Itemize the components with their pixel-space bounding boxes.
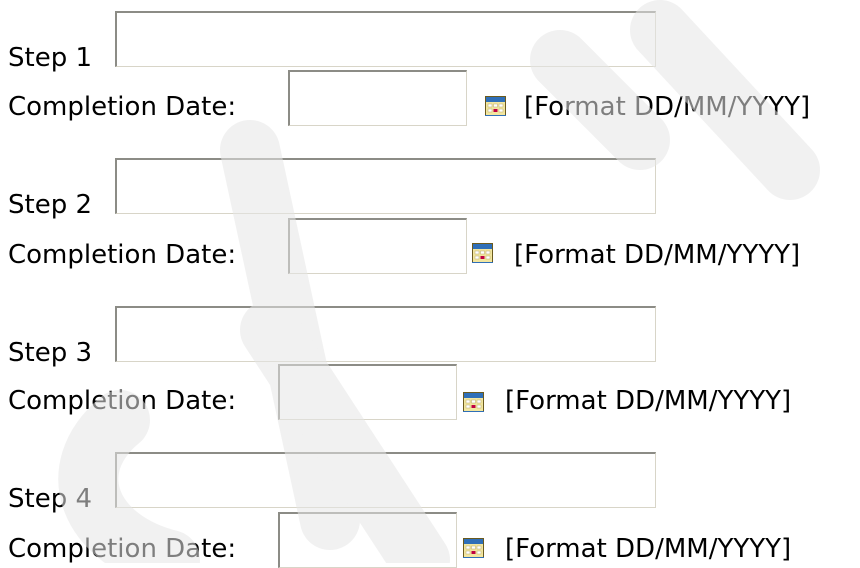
step-3-input[interactable] <box>115 306 656 362</box>
calendar-icon[interactable] <box>463 392 484 412</box>
step-3-date-input[interactable] <box>278 364 457 420</box>
step-2-input[interactable] <box>115 158 656 214</box>
step-2-label: Step 2 <box>8 190 93 220</box>
step-2-format-hint: [Format DD/MM/YYYY] <box>514 240 801 270</box>
step-4-completion-date-label: Completion Date: <box>8 534 237 564</box>
step-1-label: Step 1 <box>8 43 93 73</box>
step-1-input[interactable] <box>115 11 656 67</box>
step-4-date-input[interactable] <box>278 512 457 568</box>
step-3-format-hint: [Format DD/MM/YYYY] <box>505 386 792 416</box>
step-4-format-hint: [Format DD/MM/YYYY] <box>505 534 792 564</box>
step-2-completion-date-label: Completion Date: <box>8 240 237 270</box>
step-3-completion-date-label: Completion Date: <box>8 386 237 416</box>
step-3-label: Step 3 <box>8 338 93 368</box>
calendar-icon[interactable] <box>463 538 484 558</box>
calendar-icon[interactable] <box>485 96 506 116</box>
step-1-completion-date-label: Completion Date: <box>8 92 237 122</box>
step-1-date-input[interactable] <box>288 70 467 126</box>
step-1-format-hint: [Format DD/MM/YYYY] <box>524 92 811 122</box>
step-2-date-input[interactable] <box>288 218 467 274</box>
calendar-icon[interactable] <box>472 243 493 263</box>
step-4-input[interactable] <box>115 452 656 508</box>
step-4-label: Step 4 <box>8 484 93 514</box>
